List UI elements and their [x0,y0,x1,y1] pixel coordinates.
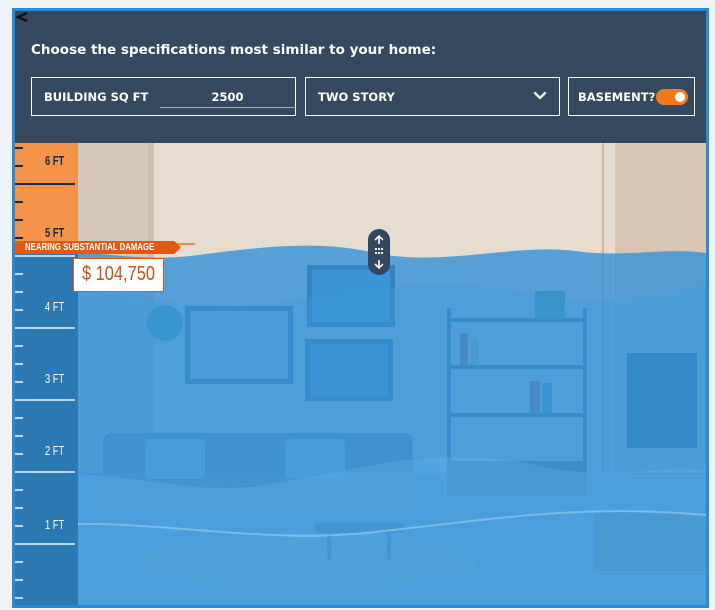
damage-cost-value: $ 104,750 [82,263,155,285]
ruler-tick [15,219,23,221]
ruler-tick [15,291,23,293]
story-select-value: TWO STORY [318,90,395,104]
chevron-down-icon [533,91,547,100]
panel-title: Choose the specifications most similar t… [31,42,437,58]
ruler-tick [15,417,23,419]
corner-arrow-icon [15,11,28,23]
toggle-knob [675,92,685,102]
sqft-label: BUILDING SQ FT [44,90,149,104]
ruler-tick [15,309,23,311]
ruler-tick [15,237,23,239]
ruler-tick [15,489,23,491]
living-room-illustration [15,143,706,605]
ruler-tick [15,453,23,455]
ruler-label: 6 FT [45,153,65,168]
damage-warning-text: NEARING SUBSTANTIAL DAMAGE [25,242,155,253]
ruler-label: 1 FT [45,517,65,532]
ruler-tick [15,147,23,149]
ruler-label: 3 FT [45,371,65,386]
basement-label: BASEMENT? [578,90,656,104]
water-level-drag-handle[interactable] [368,229,390,275]
ruler-tick [15,363,23,365]
basement-field: BASEMENT? [568,77,695,116]
ruler-tick [15,345,23,347]
ruler-tick [15,273,23,275]
ruler-tick [15,201,23,203]
sqft-input[interactable] [160,86,295,108]
ruler-tick [15,327,75,329]
ruler-tick [15,471,75,473]
flood-calculator: Choose the specifications most similar t… [12,8,709,608]
building-sqft-field: BUILDING SQ FT [31,77,296,116]
story-select[interactable]: TWO STORY [305,77,560,116]
basement-toggle[interactable] [656,89,688,105]
ruler-tick [15,561,23,563]
damage-cost-box: $ 104,750 [73,258,164,292]
ruler-tick [15,183,75,185]
ruler-label: 2 FT [45,443,65,458]
ruler-tick [15,381,23,383]
ruler-tick [15,255,75,257]
ruler-tick [15,165,23,167]
floodwater [15,245,706,605]
room-scene: 6 FT 5 FT 4 FT 3 FT 2 FT 1 FT NEARING SUBSTAN… [15,143,706,605]
ruler-tick [15,435,23,437]
ruler-tick [15,597,23,599]
ruler-tick [15,525,23,527]
ruler-tick [15,399,75,401]
ruler-label: 4 FT [45,299,65,314]
ruler-tick [15,507,23,509]
ruler-label: 5 FT [45,225,65,240]
damage-warning-tag: NEARING SUBSTANTIAL DAMAGE [15,241,181,254]
water-depth-ruler: 6 FT 5 FT 4 FT 3 FT 2 FT 1 FT [15,143,78,605]
ruler-tick [15,543,75,545]
ruler-tick [15,579,23,581]
specs-panel: Choose the specifications most similar t… [15,11,706,143]
drag-handle-icon [374,234,384,270]
